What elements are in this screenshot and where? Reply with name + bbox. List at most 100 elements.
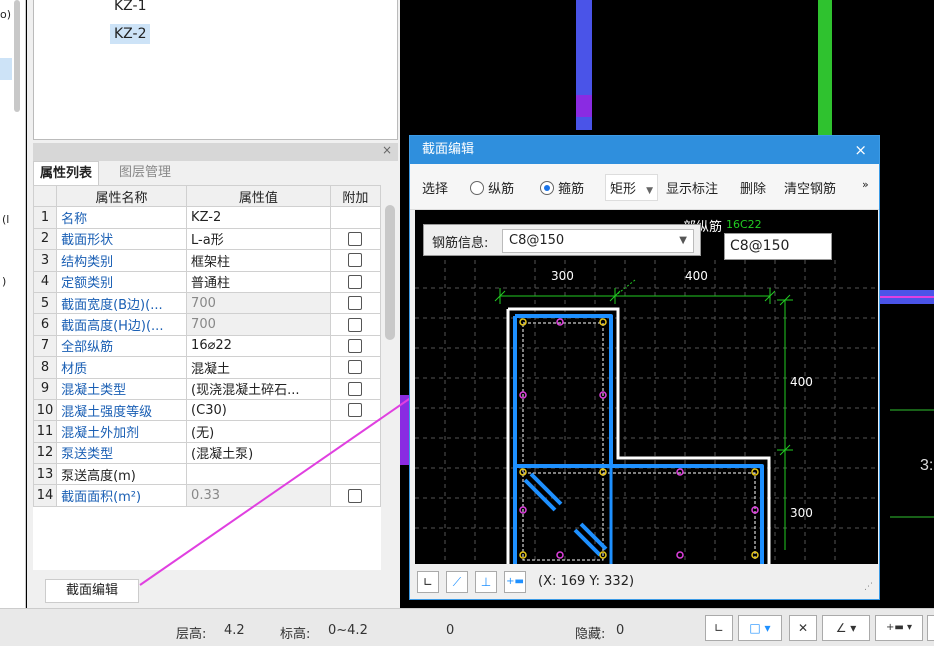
stirrup-radio[interactable]: 箍筋	[540, 178, 584, 197]
property-value[interactable]: 700	[186, 313, 331, 336]
table-row[interactable]: 1 名称 KZ-2	[33, 206, 381, 229]
property-name: 混凝土外加剂	[56, 420, 188, 443]
section-edit-button[interactable]: 截面编辑	[45, 579, 139, 603]
longitudinal-radio[interactable]: 纵筋	[470, 178, 514, 197]
property-value[interactable]: 普通柱	[186, 270, 331, 293]
radio-checked-icon[interactable]	[540, 181, 554, 195]
dimension-text: 400	[685, 269, 708, 283]
left-strip-label: (l	[2, 213, 10, 226]
rebar-input[interactable]: C8@150	[724, 233, 832, 260]
row-index: 12	[33, 441, 58, 465]
property-name: 截面高度(H边)(...	[56, 313, 188, 336]
attach-checkbox[interactable]	[348, 231, 363, 246]
dimension-text: 300	[790, 506, 813, 520]
table-row[interactable]: 5 截面宽度(B边)(... 700	[33, 291, 381, 315]
component-item-selected[interactable]: KZ-2	[110, 24, 151, 44]
table-row[interactable]: 11 混凝土外加剂 (无)	[33, 420, 381, 443]
section-canvas[interactable]: 300 400 400 300 部纵筋 筋 16C22 钢筋信息: C8@150…	[415, 210, 878, 564]
attach-checkbox[interactable]	[348, 488, 363, 503]
table-scrollbar-thumb[interactable]	[385, 205, 395, 340]
corner-snap-icon[interactable]: ∟	[705, 615, 733, 641]
extra-cell	[329, 206, 381, 229]
row-index: 9	[33, 377, 58, 400]
property-value[interactable]: (C30)	[186, 398, 331, 422]
more-icon[interactable]: »	[862, 178, 869, 191]
table-row[interactable]: 12 泵送类型 (混凝土泵)	[33, 441, 381, 465]
property-name: 混凝土强度等级	[56, 398, 188, 422]
chevron-down-icon: ▼	[646, 186, 654, 196]
extra-cell	[329, 484, 381, 507]
angle-icon[interactable]: ∠ ▾	[822, 615, 870, 641]
property-value[interactable]: 16⌀22	[186, 334, 331, 358]
rebar-info-box: 钢筋信息: C8@150 ▼	[423, 224, 701, 256]
table-row[interactable]: 14 截面面积(m²) 0.33	[33, 484, 381, 507]
property-name: 定额类别	[56, 270, 188, 293]
attach-checkbox[interactable]	[348, 403, 363, 418]
chevron-down-icon: ▼	[679, 235, 687, 246]
attach-checkbox[interactable]	[348, 317, 363, 332]
table-row[interactable]: 9 混凝土类型 (现浇混凝土碎石...	[33, 377, 381, 400]
shape-dropdown[interactable]: 矩形 ▼	[605, 174, 659, 201]
clear-rebar-button[interactable]: 清空钢筋	[784, 178, 836, 197]
property-name: 材质	[56, 356, 188, 379]
extra-cell	[329, 313, 381, 336]
show-label-button[interactable]: 显示标注	[666, 178, 718, 197]
attach-checkbox[interactable]	[348, 274, 363, 289]
perpendicular-icon[interactable]: ⊥	[475, 571, 497, 593]
extra-cell	[329, 463, 381, 486]
table-row[interactable]: 7 全部纵筋 16⌀22	[33, 334, 381, 358]
attach-checkbox[interactable]	[348, 360, 363, 375]
property-name: 泵送高度(m)	[56, 463, 188, 486]
longitudinal-label: 纵筋	[488, 182, 515, 197]
property-value[interactable]: 700	[186, 291, 331, 315]
close-icon[interactable]: ×	[382, 143, 392, 157]
count-value: 0	[446, 623, 455, 638]
left-strip-selection[interactable]	[0, 58, 12, 80]
extra-cell	[329, 356, 381, 379]
component-item[interactable]: KZ-1	[110, 0, 150, 16]
hidden-value: 0	[616, 623, 625, 638]
property-name: 截面宽度(B边)(...	[56, 291, 188, 315]
property-value[interactable]: KZ-2	[186, 206, 331, 229]
table-row[interactable]: 2 截面形状 L-a形	[33, 227, 381, 251]
property-value[interactable]: 混凝土	[186, 356, 331, 379]
resize-grip-icon[interactable]: ⋰	[864, 582, 873, 592]
attach-checkbox[interactable]	[348, 253, 363, 268]
rebar-info-select[interactable]: C8@150 ▼	[502, 229, 694, 253]
corner-snap-icon[interactable]: ∟	[417, 571, 439, 593]
tab-properties[interactable]: 属性列表	[33, 161, 100, 185]
radio-icon[interactable]	[470, 181, 484, 195]
attach-checkbox[interactable]	[348, 381, 363, 396]
rect-select-icon[interactable]: □ ▾	[738, 615, 782, 641]
row-index: 14	[33, 484, 58, 507]
delete-button[interactable]: 删除	[740, 178, 766, 197]
table-row[interactable]: 3 结构类别 框架柱	[33, 249, 381, 272]
offset-icon[interactable]: +▬	[504, 571, 526, 593]
table-row[interactable]: 13 泵送高度(m)	[33, 463, 381, 486]
table-row[interactable]: 4 定额类别 普通柱	[33, 270, 381, 293]
property-value[interactable]: L-a形	[186, 227, 331, 251]
tab-layers[interactable]: 图层管理	[113, 161, 177, 185]
section-edit-dialog: 截面编辑 × 选择 纵筋 箍筋 矩形 ▼ 显示标注 删除 清空钢筋 » 300 …	[409, 135, 880, 600]
left-strip-scrollbar[interactable]	[14, 0, 20, 112]
property-value[interactable]: 0.33	[186, 484, 331, 507]
attach-checkbox[interactable]	[348, 296, 363, 311]
table-row[interactable]: 6 截面高度(H边)(... 700	[33, 313, 381, 336]
property-value[interactable]	[186, 463, 331, 486]
col-header-extra: 附加	[329, 185, 381, 208]
extra-cell	[329, 291, 381, 315]
diagonal-snap-icon[interactable]: ⟋	[446, 571, 468, 593]
attach-checkbox[interactable]	[348, 338, 363, 353]
table-row[interactable]: 10 混凝土强度等级 (C30)	[33, 398, 381, 422]
close-icon[interactable]: ×	[854, 136, 867, 164]
property-value[interactable]: 框架柱	[186, 249, 331, 272]
property-value[interactable]: (混凝土泵)	[186, 441, 331, 465]
row-index: 1	[33, 206, 58, 229]
property-value[interactable]: (现浇混凝土碎石...	[186, 377, 331, 400]
more-icon[interactable]	[927, 615, 934, 641]
select-tool[interactable]: 选择	[422, 178, 448, 197]
offset-icon[interactable]: +▬ ▾	[875, 615, 923, 641]
cross-icon[interactable]: ✕	[789, 615, 817, 641]
table-row[interactable]: 8 材质 混凝土	[33, 356, 381, 379]
property-value[interactable]: (无)	[186, 420, 331, 443]
